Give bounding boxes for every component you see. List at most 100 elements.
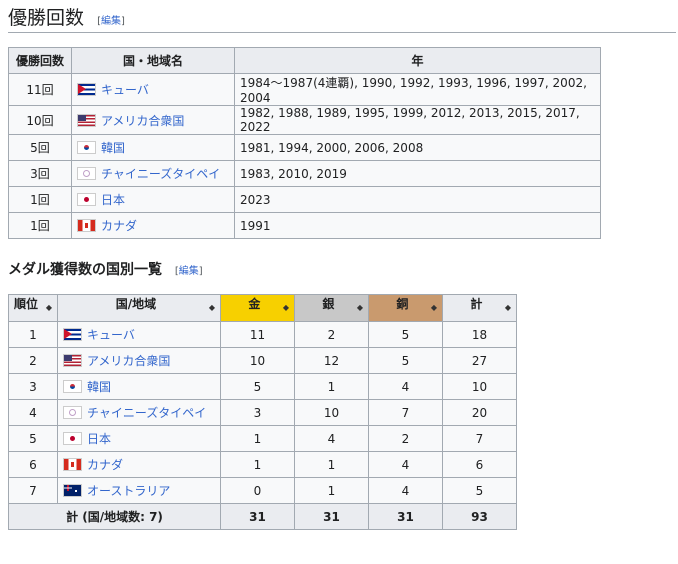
total-cell: 7 <box>442 425 517 452</box>
table-row: 4 チャイニーズタイペイ 3 10 7 20 <box>8 399 517 426</box>
korea-flag-icon <box>77 141 96 154</box>
japan-flag-icon <box>77 193 96 206</box>
rank-cell: 1 <box>8 321 58 348</box>
country-link[interactable]: 日本 <box>101 193 125 207</box>
sort-icon[interactable]: ◆ <box>431 295 437 321</box>
country-cell: 韓国 <box>57 373 221 400</box>
japan-flag-icon <box>63 432 82 445</box>
section-title: メダル獲得数の国別一覧 <box>8 262 162 278</box>
rank-cell: 2 <box>8 347 58 374</box>
country-link[interactable]: オーストラリア <box>87 484 170 498</box>
country-link[interactable]: カナダ <box>101 219 137 233</box>
rank-cell: 3 <box>8 373 58 400</box>
header-label: 銀 <box>322 297 335 311</box>
table-row: 3回 チャイニーズタイペイ 1983, 2010, 2019 <box>8 160 601 187</box>
totals-row: 計 (国/地域数: 7) 31 31 31 93 <box>8 503 517 530</box>
korea-flag-icon <box>63 380 82 393</box>
wins-count: 1回 <box>8 186 72 213</box>
wins-header-row: 優勝回数 国・地域名 年 <box>8 47 601 74</box>
country-link[interactable]: キューバ <box>87 328 135 342</box>
header-total[interactable]: 計 ◆ <box>442 294 517 322</box>
cuba-flag-icon <box>77 83 96 96</box>
table-row: 1回 日本 2023 <box>8 186 601 213</box>
years-cell: 1981, 1994, 2000, 2006, 2008 <box>234 134 601 161</box>
section-heading-wins: 優勝回数 [編集] <box>8 6 676 33</box>
grand-total: 93 <box>442 503 517 530</box>
years-cell: 1984〜1987(4連覇), 1990, 1992, 1993, 1996, … <box>234 73 601 106</box>
header-label: 銅 <box>396 297 409 311</box>
sort-icon[interactable]: ◆ <box>505 295 511 321</box>
sort-icon[interactable]: ◆ <box>357 295 363 321</box>
country-link[interactable]: チャイニーズタイペイ <box>87 406 206 420</box>
country-cell: 日本 <box>71 186 235 213</box>
table-row: 10回 アメリカ合衆国 1982, 1988, 1989, 1995, 1999… <box>8 105 601 135</box>
years-cell: 1991 <box>234 212 601 239</box>
country-link[interactable]: アメリカ合衆国 <box>87 354 170 368</box>
silver-cell: 4 <box>294 425 369 452</box>
country-link[interactable]: 日本 <box>87 432 111 446</box>
gold-cell: 10 <box>220 347 295 374</box>
chinese-taipei-flag-icon <box>63 406 82 419</box>
country-cell: アメリカ合衆国 <box>71 105 235 135</box>
country-cell: 日本 <box>57 425 221 452</box>
years-cell: 1982, 1988, 1989, 1995, 1999, 2012, 2013… <box>234 105 601 135</box>
silver-cell: 10 <box>294 399 369 426</box>
gold-cell: 1 <box>220 425 295 452</box>
country-link[interactable]: キューバ <box>101 83 149 97</box>
total-cell: 6 <box>442 451 517 478</box>
sort-icon[interactable]: ◆ <box>46 295 52 321</box>
silver-cell: 12 <box>294 347 369 374</box>
table-row: 5 日本 1 4 2 7 <box>8 425 517 452</box>
canada-flag-icon <box>77 219 96 232</box>
header-gold[interactable]: 金 ◆ <box>220 294 295 322</box>
header-label: 国/地域 <box>115 297 157 311</box>
country-link[interactable]: 韓国 <box>87 380 111 394</box>
table-row: 1 キューバ 11 2 5 18 <box>8 321 517 348</box>
gold-cell: 0 <box>220 477 295 504</box>
edit-bracket-close: ] <box>198 266 203 277</box>
section-heading-medals: メダル獲得数の国別一覧 [編集] <box>8 260 203 282</box>
total-cell: 27 <box>442 347 517 374</box>
country-cell: アメリカ合衆国 <box>57 347 221 374</box>
gold-total: 31 <box>220 503 295 530</box>
usa-flag-icon <box>77 113 96 127</box>
bronze-cell: 4 <box>368 477 443 504</box>
country-link[interactable]: アメリカ合衆国 <box>101 114 184 128</box>
bronze-cell: 4 <box>368 451 443 478</box>
country-cell: オーストラリア <box>57 477 221 504</box>
wins-count: 1回 <box>8 212 72 239</box>
bronze-cell: 5 <box>368 347 443 374</box>
country-link[interactable]: カナダ <box>87 458 123 472</box>
rank-cell: 6 <box>8 451 58 478</box>
country-cell: カナダ <box>57 451 221 478</box>
edit-link[interactable]: 編集 <box>101 16 121 27</box>
bronze-cell: 2 <box>368 425 443 452</box>
silver-total: 31 <box>294 503 369 530</box>
country-link[interactable]: 韓国 <box>101 141 125 155</box>
edit-link[interactable]: 編集 <box>179 266 199 277</box>
years-cell: 2023 <box>234 186 601 213</box>
country-cell: キューバ <box>71 73 235 106</box>
header-country: 国・地域名 <box>71 47 235 74</box>
table-row: 11回 キューバ 1984〜1987(4連覇), 1990, 1992, 199… <box>8 73 601 106</box>
country-cell: キューバ <box>57 321 221 348</box>
canada-flag-icon <box>63 458 82 471</box>
total-cell: 5 <box>442 477 517 504</box>
sort-icon[interactable]: ◆ <box>209 295 215 321</box>
wins-count: 3回 <box>8 160 72 187</box>
header-label: 計 <box>470 297 483 311</box>
table-row: 3 韓国 5 1 4 10 <box>8 373 517 400</box>
silver-cell: 2 <box>294 321 369 348</box>
country-link[interactable]: チャイニーズタイペイ <box>101 167 220 181</box>
header-silver[interactable]: 銀 ◆ <box>294 294 369 322</box>
country-cell: 韓国 <box>71 134 235 161</box>
section-title: 優勝回数 <box>8 8 85 29</box>
header-country[interactable]: 国/地域 ◆ <box>57 294 221 322</box>
header-rank[interactable]: 順位 ◆ <box>8 294 58 322</box>
header-bronze[interactable]: 銅 ◆ <box>368 294 443 322</box>
usa-flag-icon <box>63 354 82 367</box>
sort-icon[interactable]: ◆ <box>283 295 289 321</box>
medal-table: 順位 ◆ 国/地域 ◆ 金 ◆ 銀 ◆ 銅 ◆ 計 ◆ 1 キューバ 11 2 5 18 2… <box>8 294 517 530</box>
total-cell: 10 <box>442 373 517 400</box>
table-row: 6 カナダ 1 1 4 6 <box>8 451 517 478</box>
